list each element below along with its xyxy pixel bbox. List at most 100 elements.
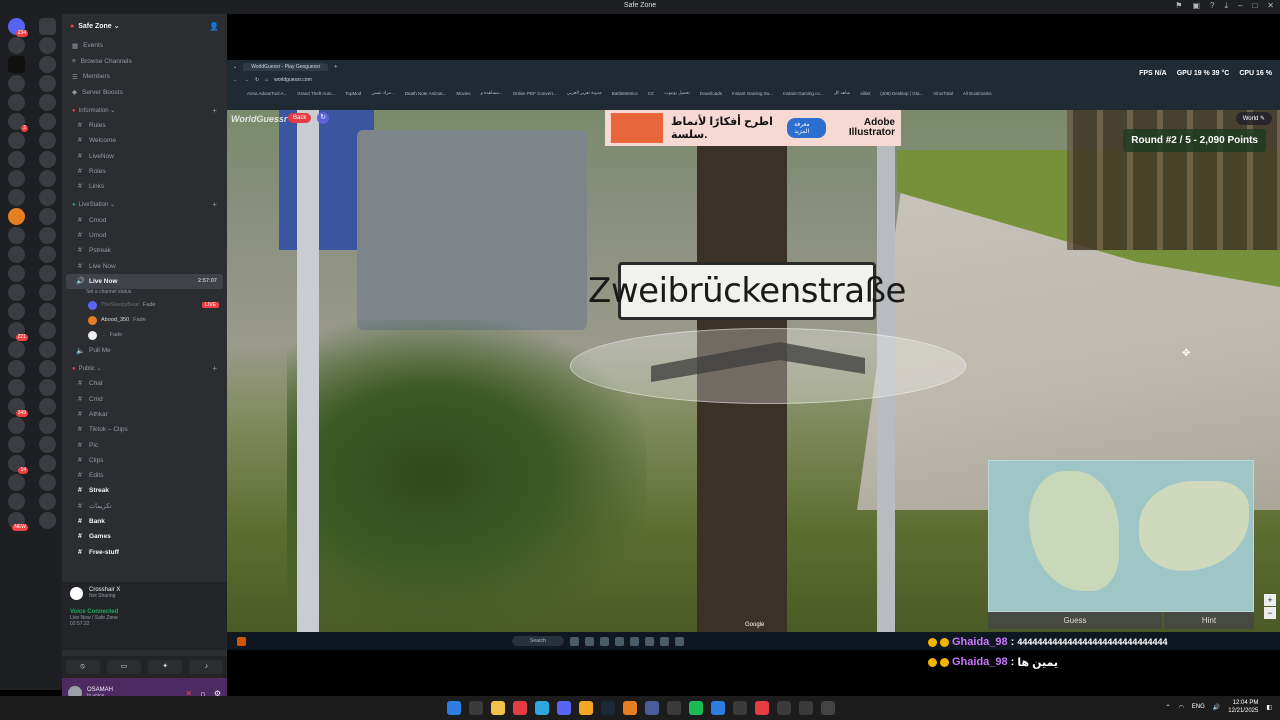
pin-icon[interactable]: ⚑ — [1175, 1, 1182, 11]
server-icon[interactable] — [8, 227, 25, 244]
server-icon[interactable] — [39, 379, 56, 396]
server-icon[interactable] — [8, 493, 25, 510]
activities-button[interactable]: ✦ — [148, 660, 183, 674]
channel-chat[interactable]: # Chat — [62, 376, 227, 391]
bookmark[interactable]: Anna AdvanTool A... — [247, 91, 287, 96]
channel-pic[interactable]: # Pic — [62, 437, 227, 452]
bookmark[interactable]: مدونة تعزيز العربي — [567, 90, 602, 96]
ad-banner[interactable]: اطرح أفكارًا لأنماط سلسة. معرفة المزيد A… — [605, 110, 901, 146]
voice-user[interactable]: ... Fade — [62, 328, 227, 343]
help-icon[interactable]: ? — [1210, 1, 1214, 11]
channel-roles[interactable]: # Roles — [62, 164, 227, 179]
server-icon[interactable] — [39, 246, 56, 263]
navigation-ring[interactable] — [570, 328, 966, 404]
url-field[interactable]: worldguessr.com — [274, 77, 312, 83]
bookmark[interactable]: تحميل يوتيوب — [664, 90, 690, 96]
bookmark[interactable]: Instant Gaming Su... — [732, 91, 773, 96]
server-icon[interactable] — [39, 208, 56, 225]
chevron-up-icon[interactable]: ⌃ — [1166, 704, 1171, 711]
category-public[interactable]: ● Public ⌄ + — [62, 361, 227, 376]
server-icon[interactable] — [39, 322, 56, 339]
app-icon[interactable] — [733, 701, 747, 715]
channel-links[interactable]: # Links — [62, 179, 227, 194]
maximize-button[interactable]: □ — [1252, 1, 1257, 11]
server-icon[interactable] — [39, 512, 56, 529]
channel-tiktok-clips[interactable]: # Tiktok – Clips — [62, 422, 227, 437]
refresh-icon[interactable]: ↻ — [317, 112, 329, 124]
voice-user[interactable]: Abood_350 Fade — [62, 313, 227, 328]
add-channel-icon[interactable]: + — [212, 106, 217, 115]
server-icon[interactable] — [39, 189, 56, 206]
start-icon[interactable] — [447, 701, 461, 715]
voice-channel-live-now[interactable]: 🔊 Live Now 2:57:07 — [66, 273, 223, 289]
zoom-in-button[interactable]: + — [1264, 594, 1276, 606]
bookmark[interactable]: Death Note Animat... — [405, 91, 447, 96]
bookmark[interactable]: مزاد تنسي... — [371, 90, 395, 96]
nav-browse-channels[interactable]: ≡ Browse Channels — [62, 54, 227, 70]
browser-tab[interactable]: WorldGuessr - Play Geoguessr — [243, 63, 329, 71]
back-button[interactable]: Back — [288, 113, 312, 123]
channel-live-now[interactable]: # Live Now — [62, 258, 227, 273]
channel-bank[interactable]: # Bank — [62, 514, 227, 529]
server-icon[interactable] — [8, 208, 25, 225]
bookmark[interactable]: مشاهدة و... — [481, 90, 503, 96]
discord-icon[interactable] — [557, 701, 571, 715]
server-icon[interactable] — [8, 360, 25, 377]
server-icon[interactable]: 221 — [8, 322, 28, 341]
reload-icon[interactable]: ↻ — [255, 77, 259, 83]
channel-athkar[interactable]: # Athkar — [62, 407, 227, 422]
bookmark[interactable]: Downloads — [700, 91, 722, 96]
map-mode-pill[interactable]: World ✎ — [1235, 112, 1272, 125]
server-icon[interactable] — [8, 379, 25, 396]
channel-clips[interactable]: # Clips — [62, 453, 227, 468]
server-icon[interactable]: 14 — [8, 455, 28, 474]
channel-livenow[interactable]: # LiveNow — [62, 149, 227, 164]
server-icon[interactable] — [8, 37, 25, 54]
steam-icon[interactable] — [601, 701, 615, 715]
server-icon[interactable] — [39, 75, 56, 92]
channel-welcome[interactable]: # Welcome — [62, 133, 227, 148]
channel-rules[interactable]: # Rules — [62, 118, 227, 133]
server-icon[interactable] — [39, 341, 56, 358]
app-icon[interactable] — [623, 701, 637, 715]
server-icon[interactable] — [8, 436, 25, 453]
file-explorer-icon[interactable] — [491, 701, 505, 715]
server-icon[interactable] — [39, 94, 56, 111]
clock[interactable]: 12:04 PM 12/21/2025 — [1228, 699, 1258, 715]
screen-share-button[interactable]: ▭ — [106, 660, 141, 674]
server-icon[interactable] — [39, 474, 56, 491]
guild-header[interactable]: ● Safe Zone ⌄ 👤 — [62, 14, 227, 38]
channel-edits[interactable]: # Edits — [62, 468, 227, 483]
voice-user[interactable]: TheSleepyBear Fade LIVE — [62, 298, 227, 313]
app-icon[interactable] — [799, 701, 813, 715]
server-icon[interactable] — [39, 265, 56, 282]
server-icon[interactable] — [39, 303, 56, 320]
server-icon[interactable] — [39, 417, 56, 434]
tab-list-icon[interactable]: ⌄ — [233, 64, 237, 70]
add-channel-icon[interactable]: + — [212, 200, 217, 209]
channel-cmod[interactable]: # Cmod — [62, 212, 227, 227]
server-icon[interactable]: 349 — [8, 398, 28, 417]
camera-off-button[interactable]: ⦸ — [65, 660, 100, 674]
category-information[interactable]: ● Information ⌄ + — [62, 103, 227, 118]
server-icon[interactable] — [8, 56, 25, 73]
app-icon[interactable] — [579, 701, 593, 715]
server-icon[interactable] — [8, 170, 25, 187]
server-icon[interactable] — [8, 151, 25, 168]
ad-learn-more-button[interactable]: معرفة المزيد — [787, 118, 826, 138]
guess-button[interactable]: Guess — [988, 612, 1162, 629]
server-icon[interactable] — [39, 284, 56, 301]
bookmark[interactable]: Online PDF Convert... — [513, 91, 557, 96]
search-icon[interactable] — [469, 701, 483, 715]
server-icon[interactable] — [39, 170, 56, 187]
obs-icon[interactable] — [821, 701, 835, 715]
bookmark[interactable]: شاهد كل — [834, 90, 851, 96]
channel-tkrimat[interactable]: # تكريمات — [62, 499, 227, 514]
server-icon[interactable] — [8, 341, 25, 358]
server-icon[interactable] — [8, 94, 25, 111]
bookmark[interactable]: BattleMetrics — [612, 91, 638, 96]
notification-icon[interactable]: ◧ — [1266, 704, 1272, 711]
server-icon[interactable] — [8, 303, 25, 320]
channel-cmd[interactable]: # Cmd — [62, 392, 227, 407]
server-icon[interactable] — [8, 75, 25, 92]
